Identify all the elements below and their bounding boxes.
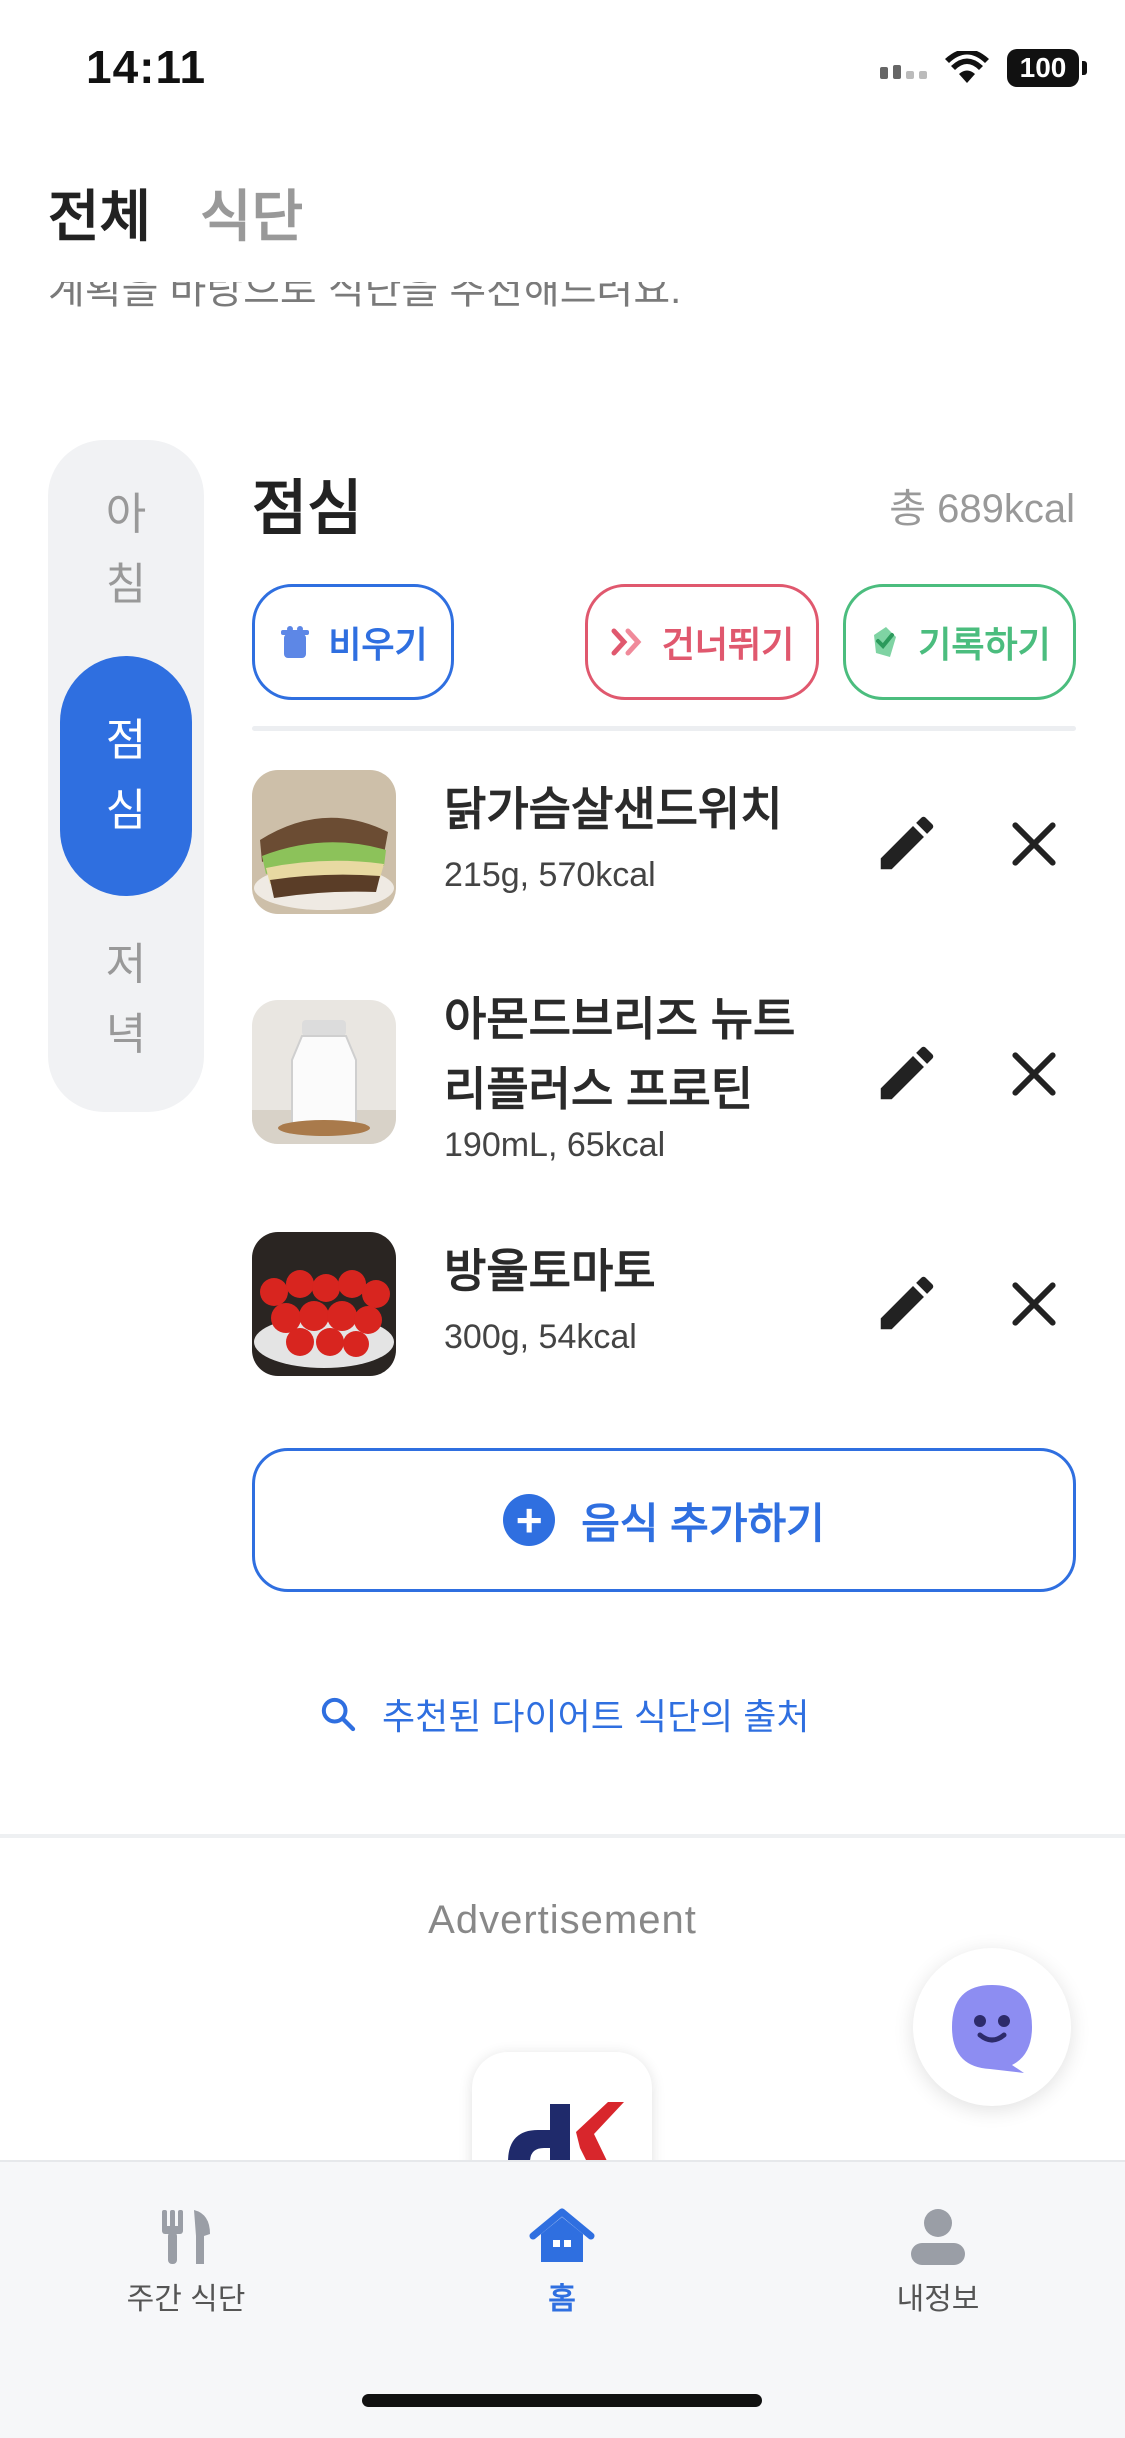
- close-icon[interactable]: [1002, 1272, 1066, 1336]
- search-icon: [321, 1697, 356, 1732]
- ad-divider: [0, 1834, 1125, 1838]
- diet-source-link[interactable]: 추천된 다이어트 식단의 출처: [318, 1688, 809, 1740]
- food-item[interactable]: 닭가슴살샌드위치 215g, 570kcal: [252, 770, 1076, 960]
- nav-profile[interactable]: 내정보: [818, 2202, 1058, 2318]
- meal-selector: 아침 점심 저녁: [48, 440, 204, 1112]
- nav-home[interactable]: 홈: [442, 2202, 682, 2318]
- skip-button[interactable]: 건너뛰기: [585, 584, 819, 700]
- home-icon: [529, 2208, 595, 2262]
- food-item[interactable]: 아몬드브리즈 뉴트 리플러스 프로틴 190mL, 65kcal: [252, 984, 1076, 1194]
- check-hand-icon: [874, 627, 897, 657]
- meal-lunch[interactable]: 점심: [60, 656, 192, 896]
- cellular-signal-icon: [880, 57, 927, 79]
- pencil-icon[interactable]: [872, 808, 942, 878]
- cherry-tomato-image: [252, 1232, 396, 1376]
- tab-all[interactable]: 전체: [48, 172, 151, 253]
- status-icons: 100: [880, 48, 1087, 88]
- sandwich-image: [252, 770, 396, 914]
- ad-label: Advertisement: [428, 1898, 697, 1942]
- section-divider: [252, 726, 1076, 731]
- close-icon[interactable]: [1002, 1042, 1066, 1106]
- meal-breakfast[interactable]: 아침: [60, 480, 192, 620]
- nav-weekly-meal[interactable]: 주간 식단: [66, 2202, 306, 2318]
- utensils-icon: [162, 2210, 210, 2264]
- food-item[interactable]: 방울토마토 300g, 54kcal: [252, 1230, 1076, 1420]
- double-chevron-icon: [611, 628, 642, 656]
- battery-icon: 100: [1007, 49, 1087, 87]
- plan-description: 계획을 바탕으로 식단을 추천해드려요.: [48, 282, 682, 312]
- close-icon[interactable]: [1002, 812, 1066, 876]
- record-button[interactable]: 기록하기: [843, 584, 1076, 700]
- meal-dinner[interactable]: 저녁: [60, 930, 192, 1070]
- pencil-icon[interactable]: [872, 1038, 942, 1108]
- home-indicator: [362, 2394, 762, 2407]
- trash-icon: [281, 626, 310, 658]
- wifi-icon: [945, 51, 989, 83]
- meal-title: 점심: [252, 475, 363, 542]
- almond-milk-image: [252, 1000, 396, 1144]
- chatbot-button[interactable]: [913, 1948, 1071, 2106]
- tab-meal[interactable]: 식단: [200, 172, 303, 253]
- meal-total-kcal: 총 689kcal: [889, 487, 1075, 531]
- empty-button[interactable]: 비우기: [252, 584, 454, 700]
- plus-icon: +: [503, 1494, 556, 1546]
- pencil-icon[interactable]: [872, 1268, 942, 1338]
- user-icon: [911, 2209, 965, 2265]
- add-food-button[interactable]: + 음식 추가하기: [252, 1448, 1076, 1592]
- chatbot-face-icon: [952, 1985, 1032, 2073]
- status-time: 14:11: [86, 41, 207, 93]
